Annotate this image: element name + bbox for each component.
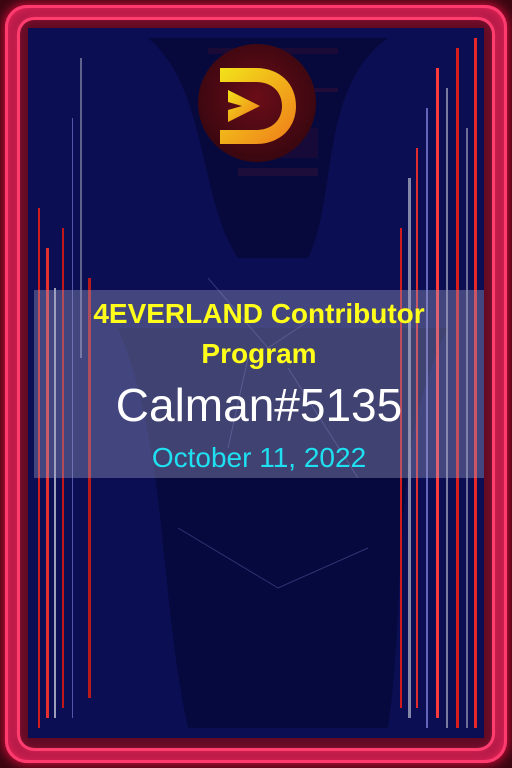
issue-date: October 11, 2022 [151, 442, 367, 473]
4everland-logo [198, 44, 316, 162]
program-title: 4EVERLAND Contributor Program [93, 298, 425, 369]
recipient-name: Calman#5135 [115, 379, 403, 431]
nft-card: 4EVERLAND Contributor Program Calman#513… [0, 0, 512, 768]
4everland-logo-icon [220, 68, 296, 144]
